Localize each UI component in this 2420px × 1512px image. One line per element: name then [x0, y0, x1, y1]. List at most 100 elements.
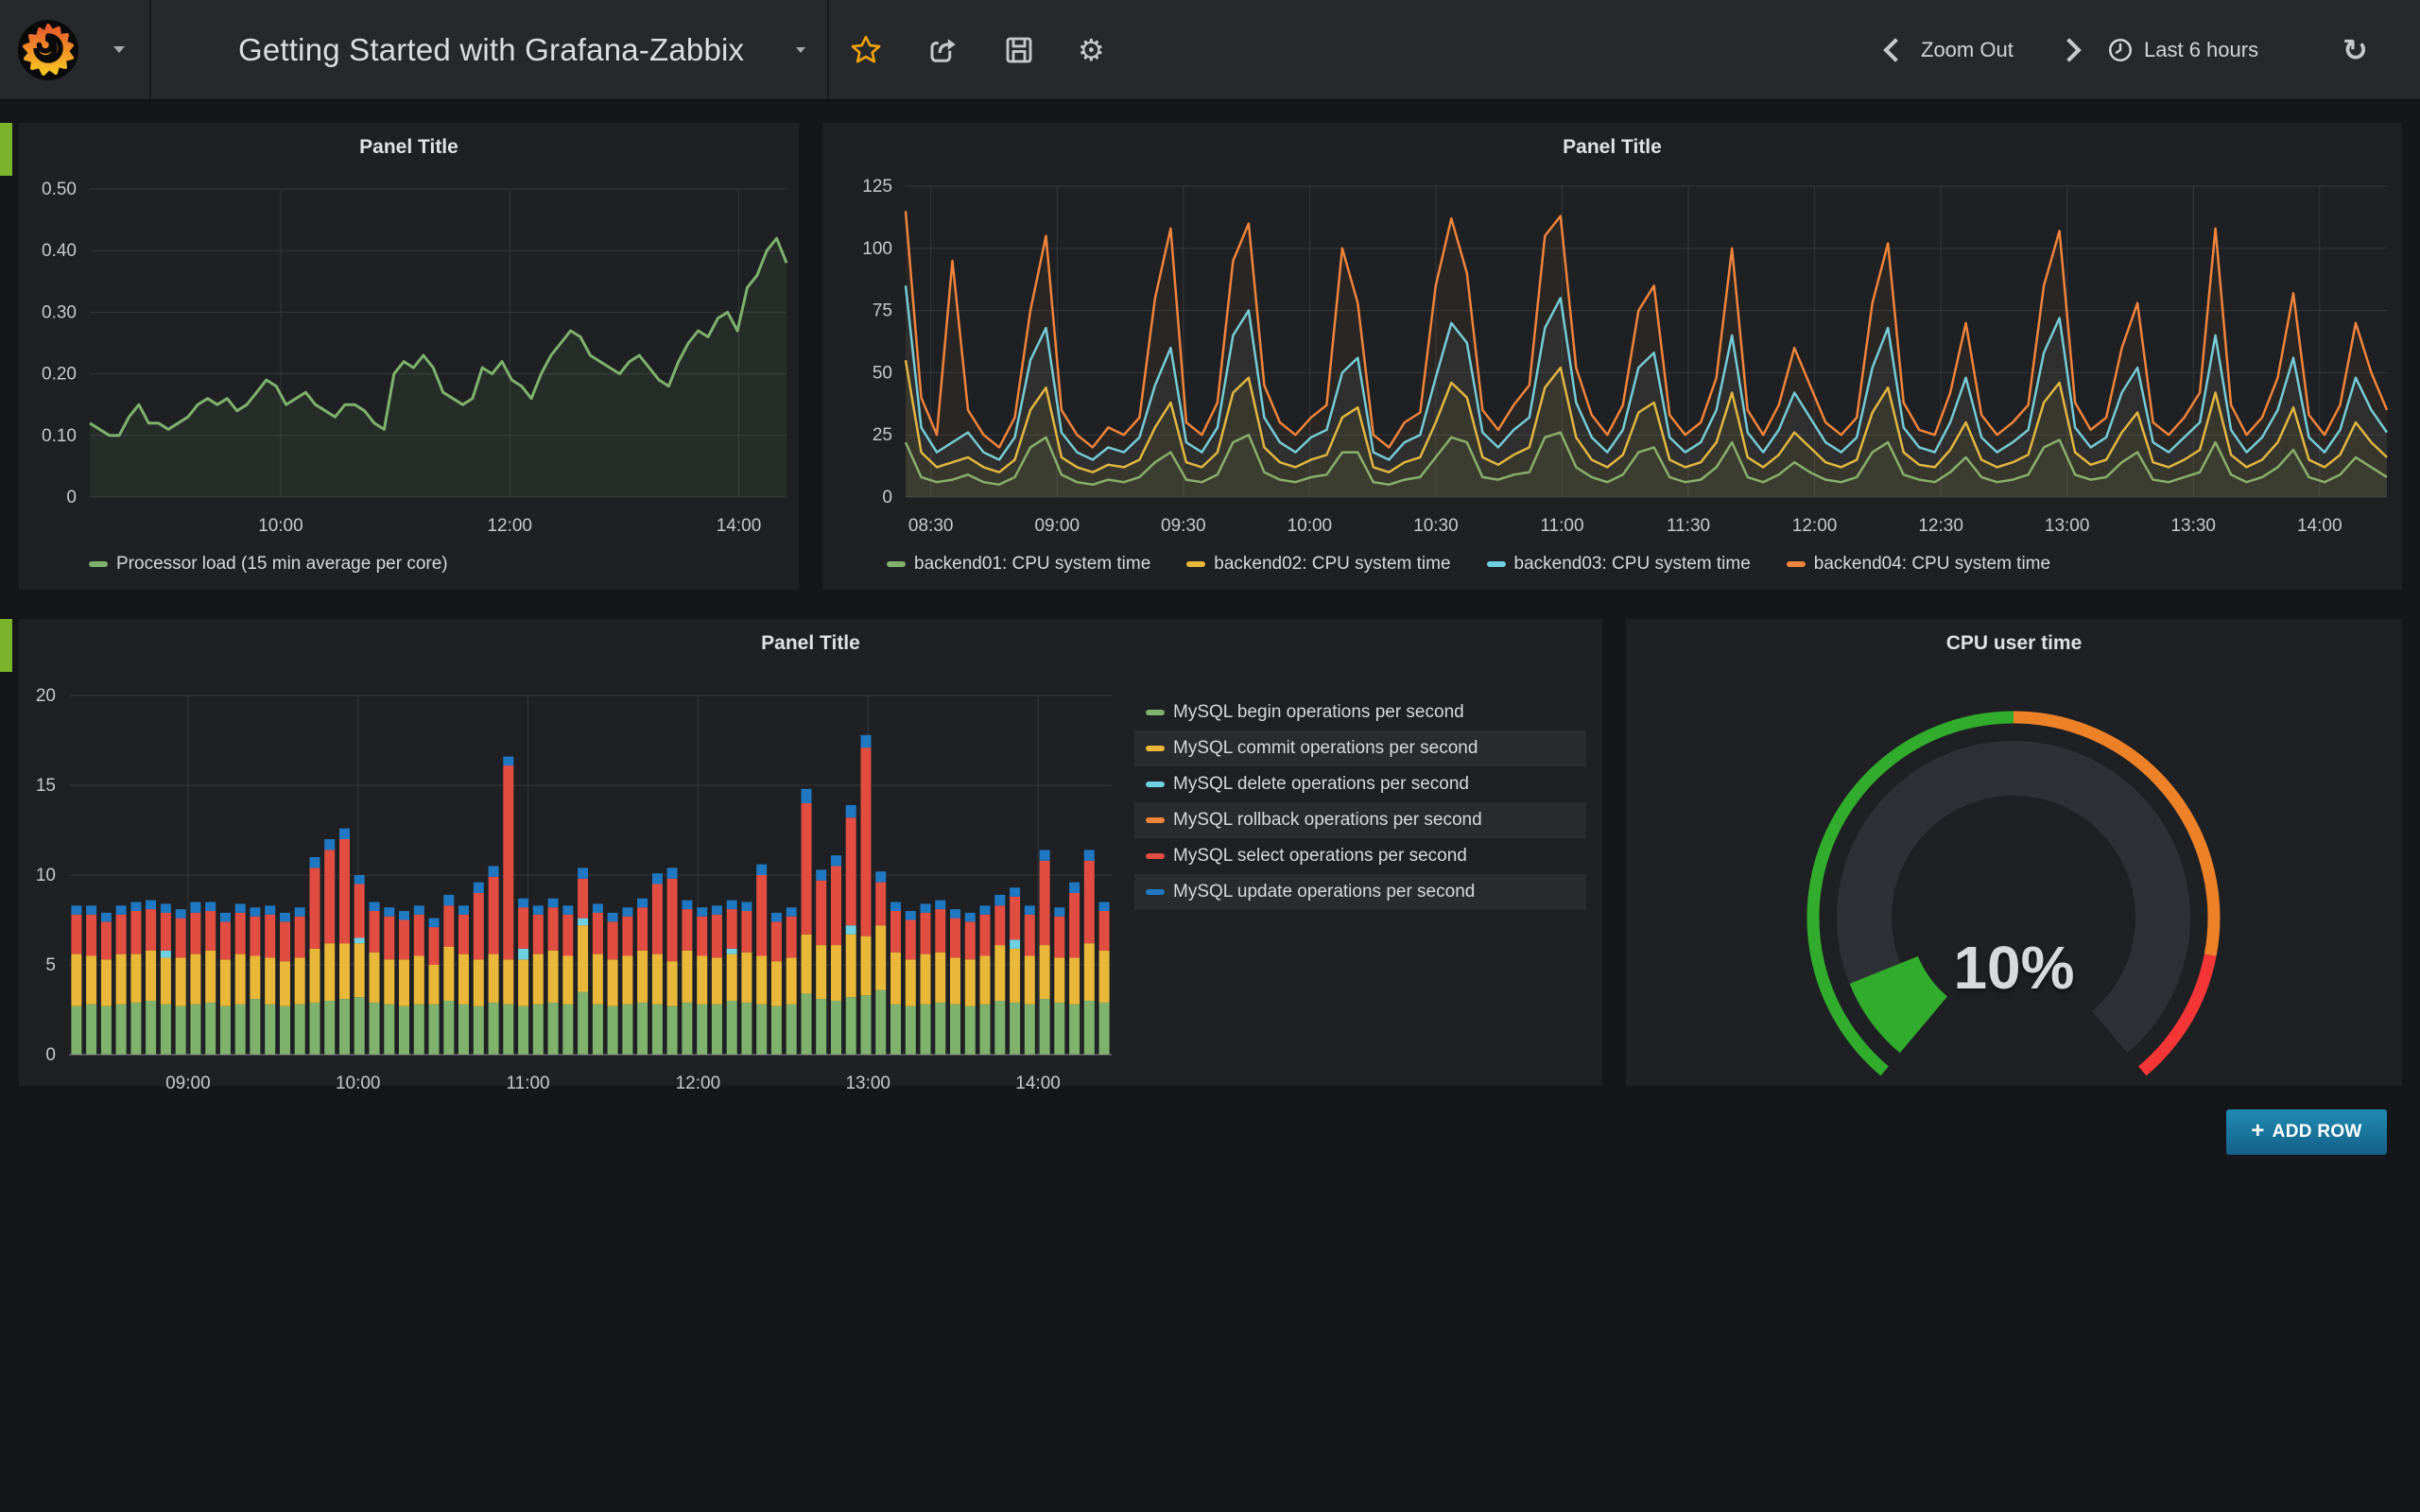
- bar-segment: [697, 907, 707, 917]
- bar-segment: [205, 951, 216, 1003]
- legend-item[interactable]: MySQL begin operations per second: [1134, 695, 1586, 730]
- bar-segment: [1040, 861, 1050, 945]
- panel-cpu-system-time: Panel Title 025507510012508:3009:0009:30…: [822, 123, 2402, 590]
- row-handle-1[interactable]: [0, 123, 12, 176]
- bar-segment: [429, 965, 440, 1005]
- star-button[interactable]: [849, 0, 883, 99]
- bar-segment: [548, 951, 559, 1003]
- add-row-label: ADD ROW: [2273, 1122, 2362, 1143]
- bar-segment: [370, 911, 380, 953]
- bar-segment: [354, 885, 365, 938]
- bar-segment: [86, 905, 96, 915]
- bar-segment: [935, 909, 945, 953]
- bar-segment: [370, 1003, 380, 1055]
- legend-color-dash: [1146, 746, 1165, 751]
- legend-item[interactable]: MySQL select operations per second: [1134, 838, 1586, 874]
- bar-segment: [994, 905, 1005, 945]
- time-forward-button[interactable]: [2061, 0, 2078, 99]
- bar-segment: [1069, 883, 1080, 893]
- grafana-logo[interactable]: [17, 0, 79, 99]
- bar-segment: [950, 1005, 960, 1055]
- bar-segment: [324, 1001, 335, 1055]
- bar-segment: [489, 954, 499, 1003]
- refresh-button[interactable]: ↻: [2342, 0, 2368, 99]
- bar-segment: [429, 1005, 440, 1055]
- panel-title[interactable]: CPU user time: [1626, 632, 2402, 655]
- bar-segment: [637, 1003, 648, 1055]
- legend-item[interactable]: backend01: CPU system time: [887, 554, 1150, 575]
- bar-segment: [861, 995, 872, 1055]
- gauge-svg: [1626, 664, 2402, 1090]
- logo-dropdown-caret[interactable]: [113, 0, 125, 99]
- gauge-area[interactable]: [1626, 664, 2402, 1094]
- zoom-out-button[interactable]: Zoom Out: [1921, 0, 2014, 99]
- bar-segment: [503, 757, 513, 766]
- series-fill: [90, 238, 786, 497]
- bar-segment: [235, 1005, 246, 1055]
- bar-segment: [1099, 1003, 1110, 1055]
- bar-segment: [533, 954, 544, 1005]
- bar-segment: [802, 803, 812, 935]
- bar-segment: [756, 956, 767, 1005]
- bar-segment: [130, 1003, 141, 1055]
- legend-item[interactable]: backend04: CPU system time: [1787, 554, 2050, 575]
- bar-segment: [712, 1005, 722, 1055]
- bar-segment: [846, 935, 856, 997]
- legend-item[interactable]: MySQL rollback operations per second: [1134, 802, 1586, 838]
- bar-segment: [458, 915, 469, 954]
- bar-segment: [890, 911, 901, 953]
- bar-segment: [786, 1005, 797, 1055]
- chart-area[interactable]: 025507510012508:3009:0009:3010:0010:3011…: [822, 168, 2402, 551]
- save-button[interactable]: [1002, 0, 1036, 99]
- bar-segment: [816, 869, 826, 880]
- bar-segment: [875, 883, 886, 926]
- dashboard-title-caret[interactable]: [796, 0, 805, 99]
- share-button[interactable]: [926, 0, 960, 99]
- panel-title[interactable]: Panel Title: [822, 136, 2402, 159]
- chart-area[interactable]: 00.100.200.300.400.5010:0012:0014:00: [19, 168, 799, 551]
- bar-segment: [518, 949, 528, 959]
- bar-segment: [86, 915, 96, 956]
- legend-item[interactable]: MySQL commit operations per second: [1134, 730, 1586, 766]
- bar-segment: [414, 905, 424, 915]
- bar-segment: [593, 913, 603, 954]
- y-axis-label: 50: [873, 363, 892, 383]
- legend-item[interactable]: backend02: CPU system time: [1186, 554, 1450, 575]
- legend-item[interactable]: MySQL delete operations per second: [1134, 766, 1586, 802]
- bar-segment: [1025, 915, 1035, 956]
- bar-segment: [622, 907, 632, 917]
- bar-segment: [1010, 887, 1020, 897]
- dashboard-grid-icon: [182, 29, 224, 72]
- bar-segment: [652, 873, 663, 884]
- y-axis-label: 0: [66, 488, 77, 507]
- legend-item[interactable]: MySQL update operations per second: [1134, 874, 1586, 910]
- add-row-button[interactable]: + ADD ROW: [2226, 1109, 2387, 1155]
- bar-segment: [727, 1001, 737, 1055]
- time-range-picker[interactable]: Last 6 hours: [2144, 0, 2258, 99]
- bar-segment: [1010, 897, 1020, 940]
- time-picker-clock[interactable]: [2106, 0, 2135, 99]
- bar-segment: [846, 805, 856, 817]
- bar-segment: [578, 992, 588, 1056]
- bar-segment: [503, 1005, 513, 1055]
- time-back-button[interactable]: [1887, 0, 1904, 99]
- dashboard-title[interactable]: Getting Started with Grafana-Zabbix: [238, 0, 744, 99]
- chevron-left-icon: [1883, 38, 1907, 61]
- bar-segment: [1054, 957, 1064, 1003]
- bar-segment: [1054, 917, 1064, 958]
- x-axis-label: 10:00: [336, 1074, 381, 1090]
- legend-label: MySQL delete operations per second: [1173, 774, 1469, 795]
- settings-button[interactable]: ⚙: [1078, 0, 1105, 99]
- legend-item[interactable]: Processor load (15 min average per core): [89, 554, 448, 575]
- bar-segment: [205, 1003, 216, 1055]
- y-axis-label: 0.30: [42, 302, 77, 322]
- panel-title[interactable]: Panel Title: [19, 136, 799, 159]
- bar-segment: [756, 865, 767, 875]
- legend-label: backend02: CPU system time: [1214, 554, 1450, 575]
- bar-segment: [682, 901, 692, 910]
- legend-item[interactable]: backend03: CPU system time: [1487, 554, 1751, 575]
- panel-title[interactable]: Panel Title: [19, 632, 1602, 655]
- bar-segment: [622, 956, 632, 1005]
- x-axis-label: 11:00: [1540, 516, 1583, 536]
- row-handle-2[interactable]: [0, 619, 12, 672]
